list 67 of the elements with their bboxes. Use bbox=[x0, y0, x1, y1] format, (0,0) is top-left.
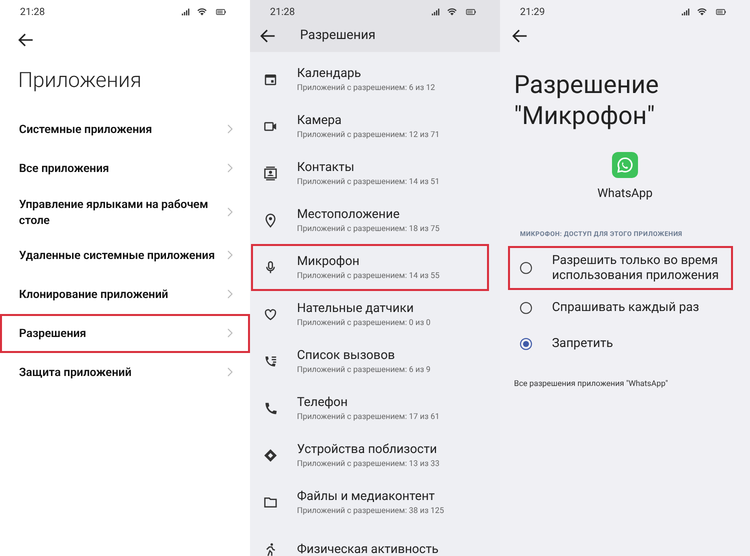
diamond-icon bbox=[263, 448, 278, 463]
signal-icon bbox=[680, 7, 692, 17]
wifi-icon bbox=[196, 7, 208, 17]
permission-title: Контакты bbox=[297, 160, 356, 176]
permission-count: Приложений с разрешением: 14 из 55 bbox=[297, 270, 440, 282]
permission-count: Приложений с разрешением: 0 из 0 bbox=[297, 316, 431, 328]
permission-title: Файлы и медиаконтент bbox=[297, 488, 436, 504]
contact-card-icon bbox=[263, 166, 278, 181]
status-time: 21:28 bbox=[20, 6, 45, 20]
permission-row[interactable]: Нательные датчики Приложений с разрешением: 0 из 0 bbox=[251, 291, 489, 338]
permission-count: Приложений с разрешением: 38 из 125 bbox=[297, 504, 444, 516]
permission-row[interactable]: Физическая активность bbox=[251, 526, 489, 556]
folder-icon bbox=[263, 495, 278, 510]
permission-count: Приложений с разрешением: 13 из 33 bbox=[297, 458, 440, 470]
settings-row[interactable]: Системные приложения bbox=[0, 110, 250, 148]
permission-row[interactable]: Камера Приложений с разрешением: 12 из 71 bbox=[251, 103, 489, 150]
settings-row[interactable]: Клонирование приложений bbox=[0, 274, 250, 314]
permission-row[interactable]: Телефон Приложений с разрешением: 17 из 61 bbox=[251, 385, 489, 432]
settings-row[interactable]: Удаленные системные приложения bbox=[0, 236, 250, 274]
wifi-icon bbox=[696, 7, 708, 17]
permission-count: Приложений с разрешением: 6 из 12 bbox=[297, 82, 436, 94]
permission-count: Приложений с разрешением: 12 из 71 bbox=[297, 128, 440, 140]
permission-row[interactable]: Микрофон Приложений с разрешением: 14 из 55 bbox=[251, 244, 489, 291]
radio-option[interactable]: Спрашивать каждый раз bbox=[508, 290, 733, 326]
settings-row[interactable]: Разрешения bbox=[0, 314, 250, 352]
permission-title: Местоположение bbox=[297, 206, 401, 222]
permission-row[interactable]: Календарь Приложений с разрешением: 6 из 12 bbox=[251, 56, 489, 103]
location-pin-icon bbox=[263, 213, 278, 228]
calendar-icon bbox=[263, 72, 278, 87]
page-title: Разрешение "Микрофон" bbox=[513, 70, 660, 132]
permission-count: Приложений с разрешением: 17 из 61 bbox=[297, 410, 440, 422]
permission-row[interactable]: Список вызовов Приложений с разрешением: 6 из 9 bbox=[251, 338, 489, 385]
permission-title: Календарь bbox=[297, 66, 362, 82]
permission-row[interactable]: Файлы и медиаконтент Приложений с разрешением: 38 из 125 bbox=[251, 479, 489, 526]
page-title: Приложения bbox=[17, 68, 143, 95]
microphone-icon bbox=[263, 260, 278, 275]
signal-icon bbox=[180, 7, 192, 17]
header-title: Разрешения bbox=[300, 27, 376, 46]
permission-count: Приложений с разрешением: 6 из 9 bbox=[297, 364, 431, 376]
permission-title: Телефон bbox=[297, 394, 349, 410]
permission-title: Микрофон bbox=[297, 254, 360, 270]
permission-title: Физическая активность bbox=[297, 542, 439, 556]
call-list-icon bbox=[263, 354, 278, 369]
radio-option[interactable]: Разрешить только во время использования приложения bbox=[508, 246, 733, 290]
permission-title: Устройства поблизости bbox=[297, 442, 438, 458]
permission-title: Список вызовов bbox=[297, 348, 396, 364]
permission-title: Камера bbox=[297, 112, 343, 128]
signal-icon bbox=[430, 7, 442, 17]
video-camera-icon bbox=[263, 119, 278, 134]
app-name: WhatsApp bbox=[597, 185, 653, 202]
permission-row[interactable]: Местоположение Приложений с разрешением: 18 из 75 bbox=[251, 197, 489, 244]
permission-title: Нательные датчики bbox=[297, 300, 415, 316]
permission-count: Приложений с разрешением: 18 из 75 bbox=[297, 222, 440, 234]
status-time: 21:29 bbox=[520, 6, 545, 20]
permission-row[interactable]: Контакты Приложений с разрешением: 14 из 51 bbox=[251, 150, 489, 197]
wifi-icon bbox=[446, 7, 458, 17]
phone-icon bbox=[263, 401, 278, 416]
radio-option[interactable]: Запретить bbox=[508, 326, 733, 362]
settings-row[interactable]: Все приложения bbox=[0, 148, 250, 188]
settings-row[interactable]: Защита приложений bbox=[0, 352, 250, 392]
permission-row[interactable]: Устройства поблизости Приложений с разрешением: 13 из 33 bbox=[251, 432, 489, 479]
settings-row[interactable]: Управление ярлыками на рабочем столе bbox=[0, 188, 250, 236]
status-time: 21:28 bbox=[270, 6, 295, 20]
heart-icon bbox=[263, 307, 278, 322]
permission-count: Приложений с разрешением: 14 из 51 bbox=[297, 176, 440, 188]
chat-phone-icon bbox=[616, 156, 634, 174]
all-permissions-link[interactable]: Все разрешения приложения "WhatsApp" bbox=[500, 362, 750, 390]
